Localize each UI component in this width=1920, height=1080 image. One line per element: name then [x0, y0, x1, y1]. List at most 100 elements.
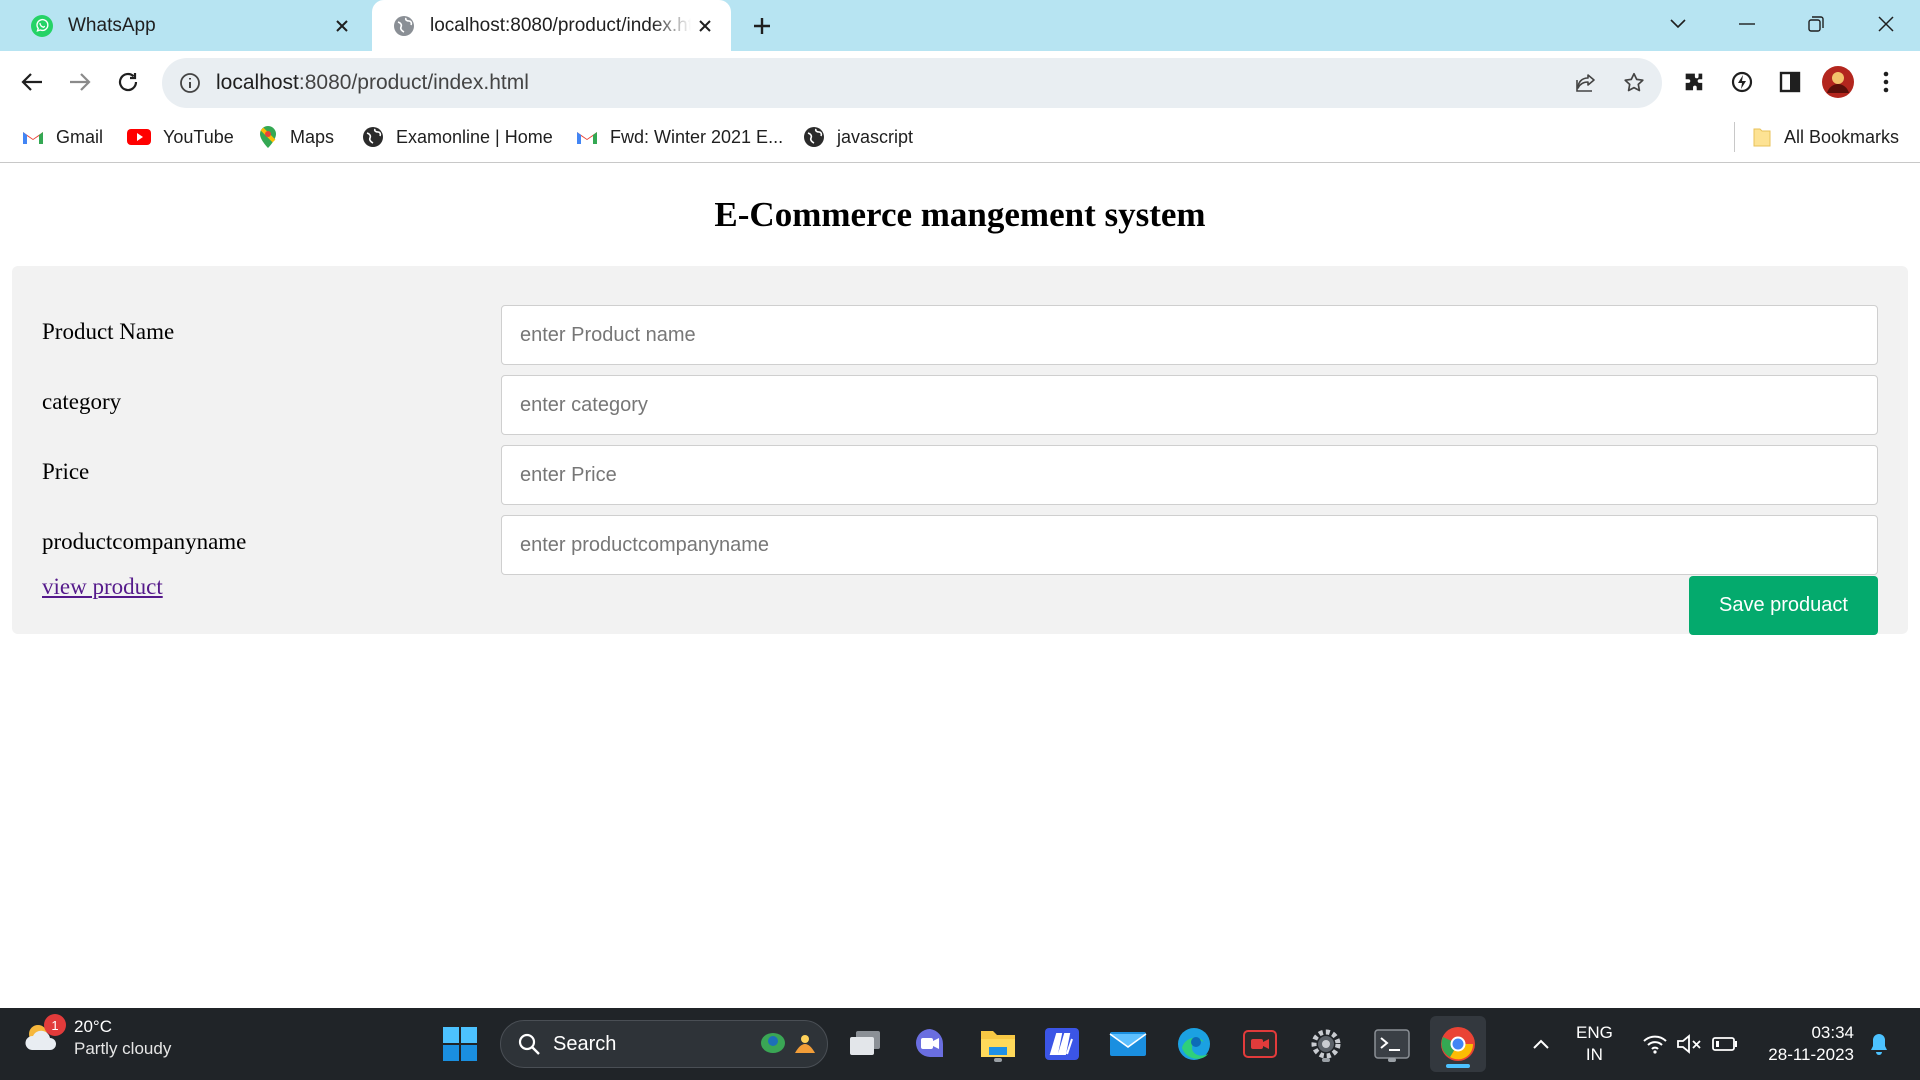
address-bar[interactable]: localhost:8080/product/index.html — [162, 58, 1662, 108]
all-bookmarks[interactable]: All Bookmarks — [1752, 116, 1899, 158]
lang-bottom: IN — [1585, 1045, 1603, 1064]
bookmarks-bar: Gmail YouTube Maps Examonline | Home Fwd… — [0, 116, 1920, 158]
taskbar-mail[interactable] — [1106, 1022, 1150, 1066]
close-icon[interactable] — [328, 12, 356, 40]
clock[interactable]: 03:34 28-11-2023 — [1756, 1022, 1854, 1066]
globe-icon — [363, 127, 383, 147]
product-name-label: Product Name — [42, 319, 175, 344]
all-bookmarks-label: All Bookmarks — [1784, 126, 1900, 147]
side-panel-icon[interactable] — [1772, 64, 1808, 100]
url-text[interactable]: localhost:8080/product/index.html — [216, 71, 1574, 95]
globe-icon — [804, 127, 824, 147]
weather-widget[interactable]: 1 20°C Partly cloudy — [22, 1014, 171, 1060]
save-product-button[interactable]: Save produact — [1689, 576, 1878, 635]
tab-title: localhost:8080/product/index.html — [430, 14, 691, 36]
gmail-icon — [577, 132, 597, 144]
product-name-input[interactable] — [501, 305, 1878, 365]
running-indicator — [1322, 1058, 1330, 1062]
forward-button[interactable] — [62, 64, 98, 100]
back-button[interactable] — [14, 64, 50, 100]
bookmark-label: javascript — [837, 126, 914, 147]
menu-dots-icon[interactable] — [1868, 64, 1904, 100]
folder-icon — [1753, 128, 1771, 147]
globe-icon — [394, 15, 414, 36]
active-indicator — [1446, 1064, 1470, 1068]
running-indicator — [1388, 1058, 1396, 1062]
gmail-icon — [23, 132, 43, 144]
language-indicator[interactable]: ENG IN — [1576, 1022, 1613, 1066]
taskbar-app-m[interactable] — [1040, 1022, 1084, 1066]
taskbar-search[interactable]: Search — [500, 1020, 828, 1068]
whatsapp-icon — [31, 14, 53, 37]
minimize-button[interactable] — [1729, 8, 1765, 40]
bookmark-label: YouTube — [163, 126, 234, 147]
taskbar-settings[interactable] — [1304, 1022, 1348, 1066]
taskbar-terminal[interactable] — [1370, 1022, 1414, 1066]
close-icon[interactable] — [691, 12, 719, 40]
lang-top: ENG — [1576, 1023, 1613, 1042]
notification-badge: 1 — [44, 1014, 66, 1036]
folder-icon — [981, 1031, 1015, 1057]
tab-whatsapp[interactable]: WhatsApp — [10, 0, 368, 51]
reload-button[interactable] — [110, 64, 146, 100]
recorder-icon — [1243, 1030, 1277, 1058]
info-icon[interactable] — [178, 71, 202, 95]
url-path: :8080/product/index.html — [298, 71, 529, 94]
start-button[interactable] — [442, 1026, 478, 1067]
taskbar: 1 20°C Partly cloudy Search ENG IN 03:34… — [0, 1008, 1920, 1080]
volume-muted-icon[interactable] — [1672, 1022, 1706, 1066]
battery-icon[interactable] — [1708, 1022, 1742, 1066]
gear-icon — [1311, 1029, 1341, 1059]
restore-button[interactable] — [1798, 8, 1834, 40]
task-view-icon — [850, 1031, 880, 1055]
bookmarks-divider — [1734, 122, 1735, 152]
company-name-input[interactable] — [501, 515, 1878, 575]
bookmark-label: Examonline | Home — [396, 126, 553, 147]
bookmark-fwd-winter[interactable]: Fwd: Winter 2021 E... — [576, 116, 783, 158]
terminal-icon — [1374, 1029, 1410, 1059]
youtube-icon — [127, 129, 151, 145]
bookmark-maps[interactable]: Maps — [258, 116, 334, 158]
running-indicator — [994, 1058, 1002, 1062]
search-highlight-icon — [761, 1033, 815, 1053]
bookmark-youtube[interactable]: YouTube — [127, 116, 234, 158]
star-icon[interactable] — [1622, 71, 1646, 95]
bookmark-examonline[interactable]: Examonline | Home — [362, 116, 553, 158]
taskbar-edge[interactable] — [1172, 1022, 1216, 1066]
chrome-icon — [1441, 1027, 1475, 1061]
avatar[interactable] — [1820, 64, 1856, 100]
search-icon — [518, 1033, 540, 1055]
tab-localhost[interactable]: localhost:8080/product/index.html — [372, 0, 731, 51]
page-title: E-Commerce mangement system — [714, 195, 1206, 234]
screen: WhatsApp localhost:8080/product/index.ht… — [0, 0, 1920, 1080]
tab-strip: WhatsApp localhost:8080/product/index.ht… — [0, 0, 1920, 51]
windows-icon — [443, 1027, 477, 1061]
close-window-button[interactable] — [1868, 8, 1904, 40]
bookmark-label: Gmail — [56, 126, 104, 147]
taskbar-task-view[interactable] — [843, 1022, 887, 1066]
tab-search-chevron-icon[interactable] — [1660, 8, 1696, 40]
new-tab-button[interactable] — [746, 10, 778, 42]
taskbar-teams[interactable] — [908, 1022, 952, 1066]
show-hidden-icons-chevron-icon[interactable] — [1526, 1022, 1556, 1066]
notification-bell-icon[interactable] — [1862, 1022, 1896, 1066]
edge-icon — [1178, 1028, 1210, 1060]
category-label: category — [42, 389, 122, 414]
bookmark-label: Maps — [290, 126, 335, 147]
wifi-icon[interactable] — [1638, 1022, 1672, 1066]
extensions-icon[interactable] — [1676, 64, 1712, 100]
bookmark-gmail[interactable]: Gmail — [22, 116, 103, 158]
share-icon[interactable] — [1574, 71, 1598, 95]
price-input[interactable] — [501, 445, 1878, 505]
taskbar-chrome[interactable] — [1430, 1016, 1486, 1072]
view-product-link[interactable]: view product — [42, 574, 163, 600]
taskbar-file-explorer[interactable] — [976, 1022, 1020, 1066]
category-input[interactable] — [501, 375, 1878, 435]
performance-icon[interactable] — [1724, 64, 1760, 100]
url-host: localhost — [216, 71, 299, 94]
price-label: Price — [42, 459, 90, 484]
bookmark-label: Fwd: Winter 2021 E... — [610, 126, 784, 147]
bookmark-javascript[interactable]: javascript — [803, 116, 913, 158]
taskbar-screen-recorder[interactable] — [1238, 1022, 1282, 1066]
clock-date: 28-11-2023 — [1768, 1045, 1854, 1064]
